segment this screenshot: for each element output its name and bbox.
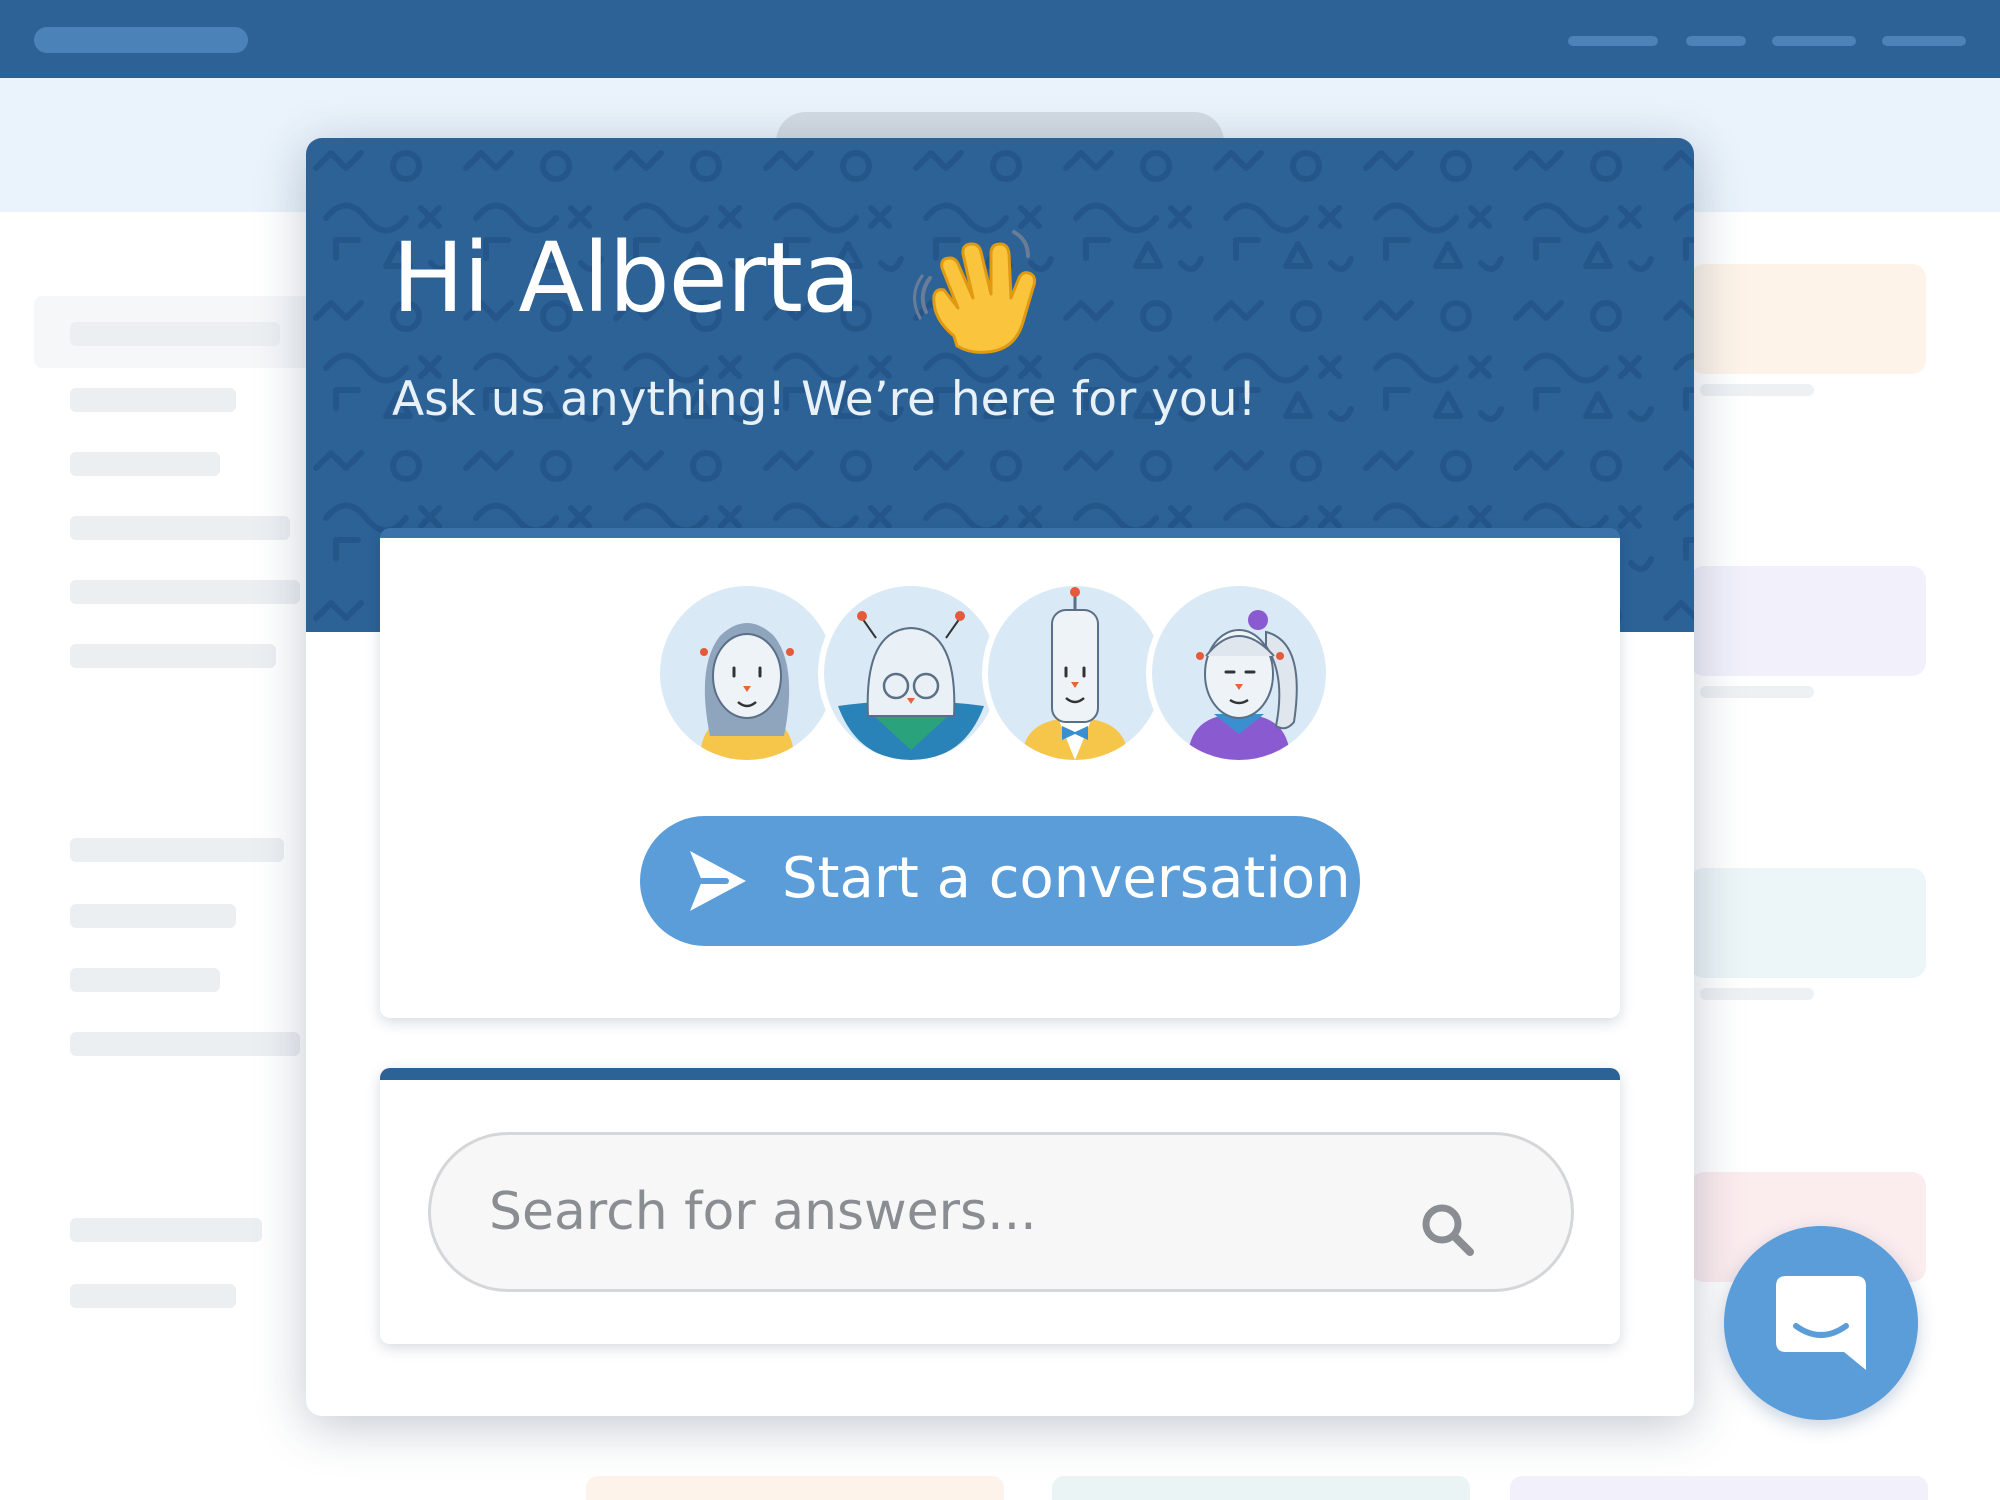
search-input[interactable] bbox=[428, 1132, 1574, 1292]
team-avatar-3 bbox=[982, 580, 1168, 766]
search-icon[interactable] bbox=[1418, 1200, 1478, 1260]
nav-link-placeholder bbox=[1772, 36, 1856, 46]
sidebar-item-placeholder bbox=[70, 1284, 236, 1308]
nav-link-placeholder bbox=[1686, 36, 1746, 46]
card-text-placeholder bbox=[1700, 384, 1814, 396]
start-conversation-button[interactable]: Start a conversation bbox=[640, 816, 1360, 946]
messenger-widget: Hi Alberta Ask us anything! We’re here f… bbox=[306, 138, 1694, 1416]
sidebar-item-placeholder bbox=[70, 452, 220, 476]
category-card-placeholder bbox=[1690, 566, 1926, 676]
card-text-placeholder bbox=[1700, 686, 1814, 698]
category-card-placeholder bbox=[1690, 868, 1926, 978]
sidebar-item-placeholder bbox=[70, 644, 276, 668]
team-avatar-4 bbox=[1146, 580, 1332, 766]
sidebar-item-placeholder bbox=[70, 516, 290, 540]
sidebar-item-placeholder bbox=[70, 838, 284, 862]
team-avatar-2 bbox=[818, 580, 1004, 766]
sidebar-item-placeholder bbox=[70, 1032, 300, 1056]
team-avatar-1 bbox=[654, 580, 840, 766]
bottom-card-placeholder bbox=[1510, 1476, 1928, 1500]
card-text-placeholder bbox=[1700, 988, 1814, 1000]
app-top-bar bbox=[0, 0, 2000, 78]
app-logo-placeholder bbox=[34, 27, 248, 53]
sidebar-item-placeholder bbox=[70, 580, 300, 604]
chat-bubble-smile-icon bbox=[1776, 1276, 1866, 1370]
send-icon bbox=[690, 851, 746, 911]
messenger-launcher-button[interactable] bbox=[1724, 1226, 1918, 1420]
category-card-placeholder bbox=[1690, 264, 1926, 374]
bottom-card-placeholder bbox=[586, 1476, 1004, 1500]
start-conversation-label: Start a conversation bbox=[782, 846, 1351, 911]
sidebar-item-placeholder bbox=[70, 1218, 262, 1242]
greeting-heading: Hi Alberta bbox=[392, 222, 861, 334]
nav-link-placeholder bbox=[1882, 36, 1966, 46]
sidebar-item-placeholder bbox=[70, 968, 220, 992]
sidebar-item-placeholder bbox=[70, 904, 236, 928]
team-avatars bbox=[654, 580, 1354, 770]
search-card bbox=[380, 1068, 1620, 1344]
bottom-card-placeholder bbox=[1052, 1476, 1470, 1500]
sidebar-item-placeholder bbox=[70, 322, 280, 346]
greeting-tagline: Ask us anything! We’re here for you! bbox=[392, 372, 1257, 427]
nav-link-placeholder bbox=[1568, 36, 1658, 46]
sidebar-item-placeholder bbox=[70, 388, 236, 412]
start-conversation-card: Start a conversation bbox=[380, 528, 1620, 1018]
waving-hand-icon bbox=[913, 230, 1037, 354]
